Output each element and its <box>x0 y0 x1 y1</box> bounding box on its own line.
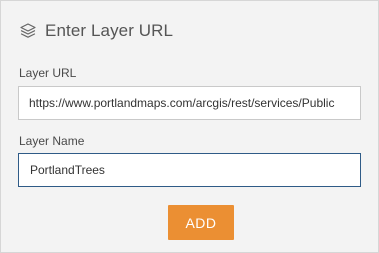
panel-title: Enter Layer URL <box>45 21 174 40</box>
layer-name-label: Layer Name <box>19 134 85 148</box>
layer-url-input[interactable] <box>18 86 361 120</box>
panel-header: Enter Layer URL <box>19 20 173 42</box>
add-button[interactable]: ADD <box>168 205 234 240</box>
enter-layer-url-panel: Enter Layer URL Layer URL Layer Name ADD <box>0 0 379 253</box>
layers-icon <box>19 22 37 40</box>
layer-url-label: Layer URL <box>19 66 77 80</box>
layer-name-input[interactable] <box>18 153 361 187</box>
